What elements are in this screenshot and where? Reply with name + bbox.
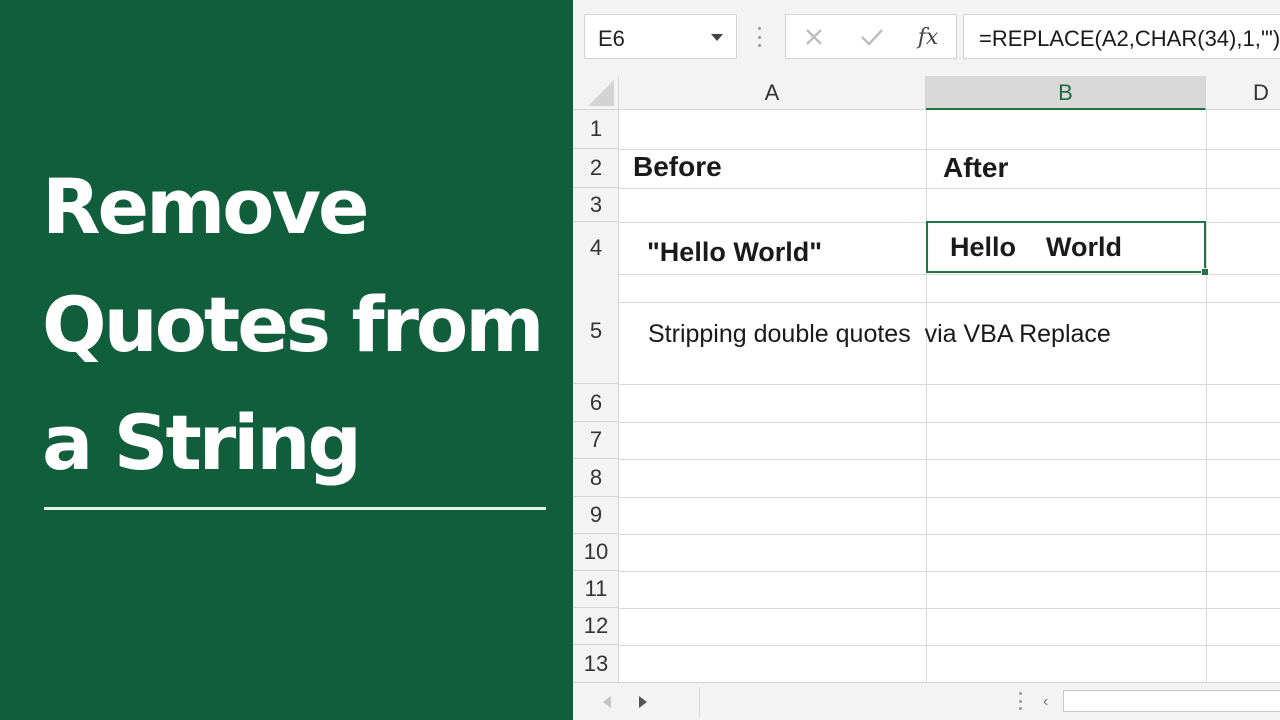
row-header-1[interactable]: 1	[573, 110, 619, 149]
banner-title-line-1: Remove	[42, 162, 370, 251]
grid-line	[926, 110, 927, 682]
scrollbar-grip-icon[interactable]	[1018, 692, 1022, 710]
row-header-13[interactable]: 13	[573, 645, 619, 682]
grid-line	[1206, 110, 1207, 682]
row-header-3[interactable]: 3	[573, 188, 619, 222]
formula-bar-grip-icon[interactable]	[757, 27, 761, 47]
grid-line	[619, 422, 1280, 423]
grid-line	[619, 459, 1280, 460]
grid-line	[619, 645, 1280, 646]
cancel-icon[interactable]	[800, 24, 828, 50]
scroll-left-icon[interactable]: ‹	[1043, 693, 1048, 711]
row-header-5[interactable]: 5	[573, 302, 619, 384]
banner-title-line-3: a String	[42, 398, 362, 487]
chevron-down-icon[interactable]	[711, 34, 723, 41]
horizontal-scrollbar[interactable]	[1063, 690, 1280, 712]
grid-line	[619, 384, 1280, 385]
enter-check-icon[interactable]	[858, 24, 886, 50]
grid-line	[619, 534, 1280, 535]
row-header-12[interactable]: 12	[573, 608, 619, 645]
fill-handle[interactable]	[1201, 268, 1209, 276]
scroll-left-sheets-icon[interactable]	[603, 696, 611, 708]
banner-divider	[44, 507, 546, 510]
select-all-button[interactable]	[573, 76, 619, 110]
row-header-spacer	[573, 274, 619, 302]
cell-a5[interactable]: Stripping double quotes via VBA Replace	[648, 320, 1111, 349]
row-header-11[interactable]: 11	[573, 571, 619, 608]
grid-line	[619, 302, 1280, 303]
grid-line	[619, 188, 1280, 189]
row-header-9[interactable]: 9	[573, 497, 619, 534]
banner-title: Remove Quotes from a String	[42, 148, 562, 502]
row-header-2[interactable]: 2	[573, 149, 619, 188]
row-header-10[interactable]: 10	[573, 534, 619, 571]
grid-line	[619, 571, 1280, 572]
column-header-b[interactable]: B	[926, 76, 1206, 110]
grid-line	[619, 497, 1280, 498]
insert-function-icon[interactable]: fx	[914, 24, 942, 50]
cell-b2[interactable]: After	[943, 152, 1008, 184]
scroll-right-sheets-icon[interactable]	[639, 696, 647, 708]
column-headers: A B D	[573, 76, 1280, 110]
fx-label: fx	[917, 24, 939, 50]
title-banner: Remove Quotes from a String	[0, 0, 573, 720]
row-header-4[interactable]: 4	[573, 222, 619, 274]
tab-divider	[699, 687, 700, 717]
column-header-d[interactable]: D	[1206, 76, 1280, 110]
row-header-6[interactable]: 6	[573, 384, 619, 422]
cell-a2[interactable]: Before	[633, 151, 722, 183]
cell-a4[interactable]: "Hello World"	[647, 237, 822, 268]
active-cell-selection[interactable]	[926, 221, 1206, 273]
row-header-7[interactable]: 7	[573, 422, 619, 459]
name-box-value: E6	[598, 26, 625, 51]
row-header-8[interactable]: 8	[573, 459, 619, 497]
sheet-tab-bar: ‹	[573, 682, 1280, 720]
column-header-a[interactable]: A	[619, 76, 926, 110]
row-headers: 1 2 3 4 5 6 7 8 9 10 11 12 13	[573, 110, 619, 682]
formula-input[interactable]: =REPLACE(A2,CHAR(34),1,'")	[963, 14, 1280, 59]
spreadsheet-window: E6 fx =REPLACE(A2,CHAR(34),1,'") A B D 1…	[573, 0, 1280, 720]
grid-line	[619, 608, 1280, 609]
banner-title-line-2: Quotes from	[42, 280, 544, 369]
formula-buttons: fx	[785, 14, 957, 59]
formula-bar: E6 fx =REPLACE(A2,CHAR(34),1,'")	[573, 0, 1280, 76]
grid-line	[619, 274, 1280, 275]
name-box[interactable]: E6	[584, 14, 737, 59]
grid-line	[619, 149, 1280, 150]
